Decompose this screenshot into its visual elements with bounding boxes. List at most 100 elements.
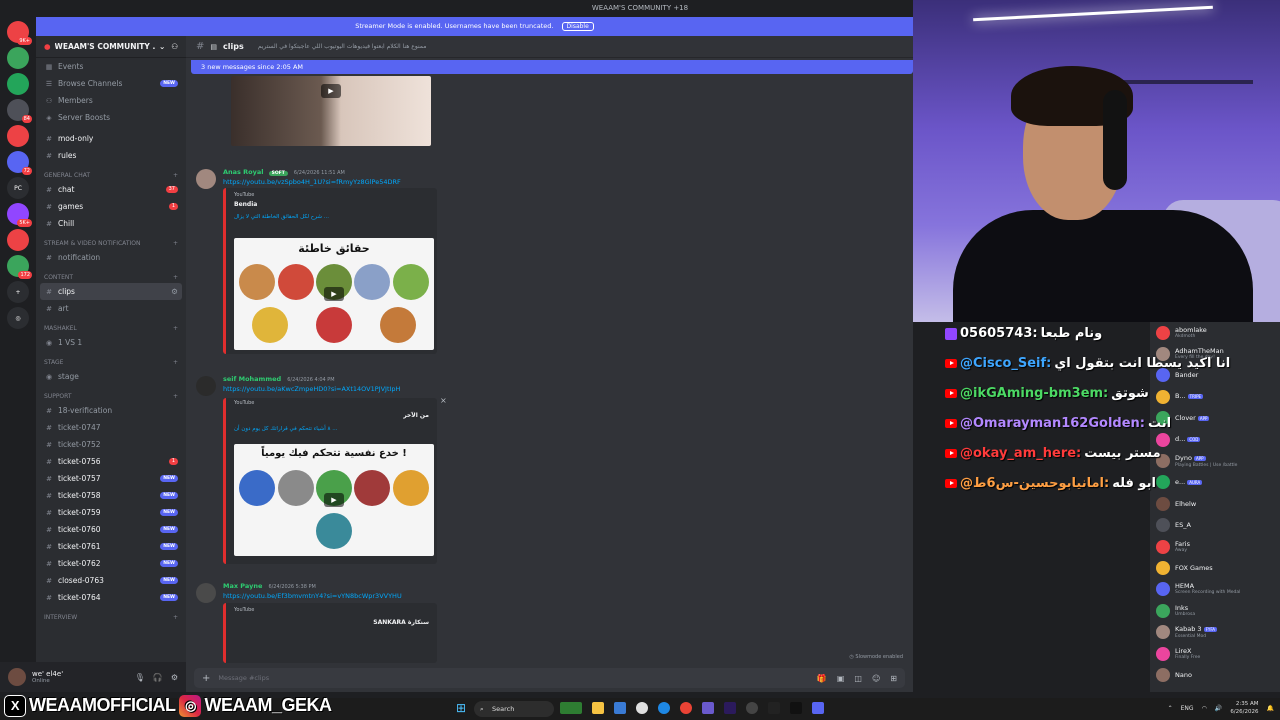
gear-icon[interactable]: ⚙ bbox=[171, 287, 178, 296]
channel-item[interactable]: # games 1 bbox=[36, 198, 186, 215]
sidebar-item[interactable]: ▦ Events bbox=[36, 58, 186, 75]
message-author[interactable]: seif Mohammed bbox=[223, 375, 281, 383]
obs-icon[interactable] bbox=[746, 702, 758, 714]
message-author[interactable]: Max Payne bbox=[223, 582, 262, 590]
sidebar-item[interactable]: ◈ Server Boosts bbox=[36, 109, 186, 126]
avatar[interactable] bbox=[196, 169, 216, 189]
member-item[interactable]: B... TRIPE bbox=[1150, 386, 1280, 407]
channel-category[interactable]: GENERAL CHAT + bbox=[36, 164, 186, 181]
close-icon[interactable]: × bbox=[440, 396, 447, 405]
member-item[interactable]: Kabab 3 FYFA Essential Mod bbox=[1150, 621, 1280, 642]
member-item[interactable]: abomlake Akdmoth bbox=[1150, 322, 1280, 343]
channel-item[interactable]: ◉ stage bbox=[36, 368, 186, 385]
channel-item[interactable]: # ticket-0756 1 bbox=[36, 453, 186, 470]
capcut-icon[interactable] bbox=[768, 702, 780, 714]
sidebar-item[interactable]: ⚇ Members bbox=[36, 92, 186, 109]
file-explorer-icon[interactable] bbox=[592, 702, 604, 714]
server-icon[interactable] bbox=[7, 73, 29, 95]
taskbar-clock[interactable]: 2:35 AM 6/26/2026 bbox=[1230, 700, 1258, 716]
server-icon[interactable]: PC bbox=[7, 177, 29, 199]
video-thumbnail[interactable]: حقائق خاطئة ▶ bbox=[234, 238, 434, 350]
embed-title[interactable]: من الآخر bbox=[403, 412, 429, 419]
channel-item[interactable]: # closed-0763 NEW bbox=[36, 572, 186, 589]
channel-category[interactable]: INTERVIEW + bbox=[36, 606, 186, 623]
channel-item[interactable]: # ticket-0764 NEW bbox=[36, 589, 186, 606]
volume-icon[interactable]: 🔊 bbox=[1215, 705, 1222, 712]
headphones-icon[interactable]: 🎧 bbox=[153, 673, 163, 682]
discord-icon[interactable] bbox=[812, 702, 824, 714]
member-item[interactable]: FOX Games bbox=[1150, 557, 1280, 578]
embed-description[interactable]: شرح لكل الحقائق الخاطئة التي لا يزال ... bbox=[234, 214, 329, 220]
message-link[interactable]: https://youtu.be/Ef3bmvmtnY4?si=vYN8bcWp… bbox=[223, 592, 402, 600]
avatar[interactable] bbox=[196, 583, 216, 603]
mic-icon[interactable]: 🎙 bbox=[135, 673, 145, 682]
sidebar-item[interactable]: ☰ Browse Channels NEW bbox=[36, 75, 186, 92]
message-link[interactable]: https://youtu.be/vzSpbo4H_1U?si=fRmyYz8G… bbox=[223, 178, 401, 186]
message-author[interactable]: Anas Royal bbox=[223, 168, 264, 176]
play-icon[interactable]: ▶ bbox=[324, 493, 344, 507]
gift-icon[interactable]: 🎁 bbox=[817, 674, 827, 683]
server-icon[interactable]: 9K+ bbox=[7, 21, 32, 45]
server-icon[interactable]: 172 bbox=[7, 255, 32, 279]
store-icon[interactable] bbox=[614, 702, 626, 714]
invite-icon[interactable]: ⚇ bbox=[171, 42, 178, 51]
add-channel-icon[interactable]: + bbox=[173, 393, 178, 400]
server-icon[interactable]: + bbox=[7, 281, 29, 303]
server-icon[interactable] bbox=[7, 125, 29, 147]
emoji-icon[interactable]: ☺ bbox=[872, 674, 880, 683]
server-icon[interactable] bbox=[7, 229, 29, 251]
message-composer[interactable]: + Message #clips 🎁 ▣ ◫ ☺ ⊞ bbox=[194, 668, 905, 688]
apps-icon[interactable]: ⊞ bbox=[890, 674, 897, 683]
channel-item[interactable]: # ticket-0747 bbox=[36, 419, 186, 436]
tray-lang[interactable]: ENG bbox=[1181, 705, 1194, 712]
channel-item[interactable]: # art bbox=[36, 300, 186, 317]
channel-item[interactable]: # clips ⚙ bbox=[40, 283, 182, 300]
member-item[interactable]: LireX Finally Free bbox=[1150, 643, 1280, 664]
video-thumbnail[interactable]: خدع نفسية تتحكم فيك يومياً ! ▶ bbox=[234, 444, 434, 556]
embed-description[interactable]: ٨ أشياء تتحكم في قراراتك كل يوم دون أن .… bbox=[234, 426, 337, 432]
embed-title[interactable]: Bendia bbox=[234, 201, 257, 208]
channel-item[interactable]: # chat 37 bbox=[36, 181, 186, 198]
channel-item[interactable]: # notification bbox=[36, 249, 186, 266]
partial-embed-thumbnail[interactable]: ▶ bbox=[231, 76, 431, 146]
play-icon[interactable]: ▶ bbox=[324, 287, 344, 301]
disable-streamer-mode-button[interactable]: Disable bbox=[561, 22, 594, 31]
channel-item[interactable]: # mod-only bbox=[36, 130, 186, 147]
channel-category[interactable]: STAGE + bbox=[36, 351, 186, 368]
member-item[interactable]: e... AURA bbox=[1150, 472, 1280, 493]
member-item[interactable]: HEMA Screen Recording with Medal bbox=[1150, 579, 1280, 600]
server-header[interactable]: ● WEAAM'S COMMUNITY ... ⌄ ⚇ bbox=[36, 36, 186, 58]
app-icon[interactable] bbox=[702, 702, 714, 714]
server-icon[interactable]: 72 bbox=[7, 151, 32, 175]
member-item[interactable]: Nano bbox=[1150, 664, 1280, 685]
windows-start-icon[interactable]: ⊞ bbox=[456, 701, 470, 715]
member-item[interactable]: Dyno APP Playing Battles | Use /battle bbox=[1150, 450, 1280, 471]
plus-icon[interactable]: + bbox=[202, 673, 210, 684]
sticker-icon[interactable]: ◫ bbox=[854, 674, 862, 683]
channel-item[interactable]: # ticket-0757 NEW bbox=[36, 470, 186, 487]
tiktok-icon[interactable] bbox=[790, 702, 802, 714]
member-item[interactable]: d... COD bbox=[1150, 429, 1280, 450]
message-link[interactable]: https://youtu.be/aKwcZmpeHD0?si=AXt14OV1… bbox=[223, 385, 400, 393]
channel-category[interactable]: SUPPORT + bbox=[36, 385, 186, 402]
premiere-icon[interactable] bbox=[724, 702, 736, 714]
play-icon[interactable]: ▶ bbox=[321, 84, 341, 98]
chrome-icon[interactable] bbox=[636, 702, 648, 714]
server-icon[interactable]: ◎ bbox=[7, 307, 29, 329]
member-item[interactable]: Faris Away bbox=[1150, 536, 1280, 557]
wifi-icon[interactable]: ◠ bbox=[1202, 705, 1207, 712]
embed-title[interactable]: SANKARA سنكارة bbox=[373, 619, 429, 626]
avatar[interactable] bbox=[8, 668, 26, 686]
server-icon[interactable]: 5K+ bbox=[7, 203, 32, 227]
channel-item[interactable]: # ticket-0752 bbox=[36, 436, 186, 453]
channel-category[interactable]: MASHAKEL + bbox=[36, 317, 186, 334]
member-item[interactable]: Inks Umbrosa bbox=[1150, 600, 1280, 621]
channel-item[interactable]: # ticket-0761 NEW bbox=[36, 538, 186, 555]
channel-item[interactable]: # ticket-0758 NEW bbox=[36, 487, 186, 504]
channel-item[interactable]: # ticket-0759 NEW bbox=[36, 504, 186, 521]
chrome-alt-icon[interactable] bbox=[680, 702, 692, 714]
add-channel-icon[interactable]: + bbox=[173, 240, 178, 247]
message-input[interactable]: Message #clips bbox=[218, 674, 808, 682]
channel-item[interactable]: # ticket-0760 NEW bbox=[36, 521, 186, 538]
member-item[interactable]: ES_A bbox=[1150, 515, 1280, 536]
